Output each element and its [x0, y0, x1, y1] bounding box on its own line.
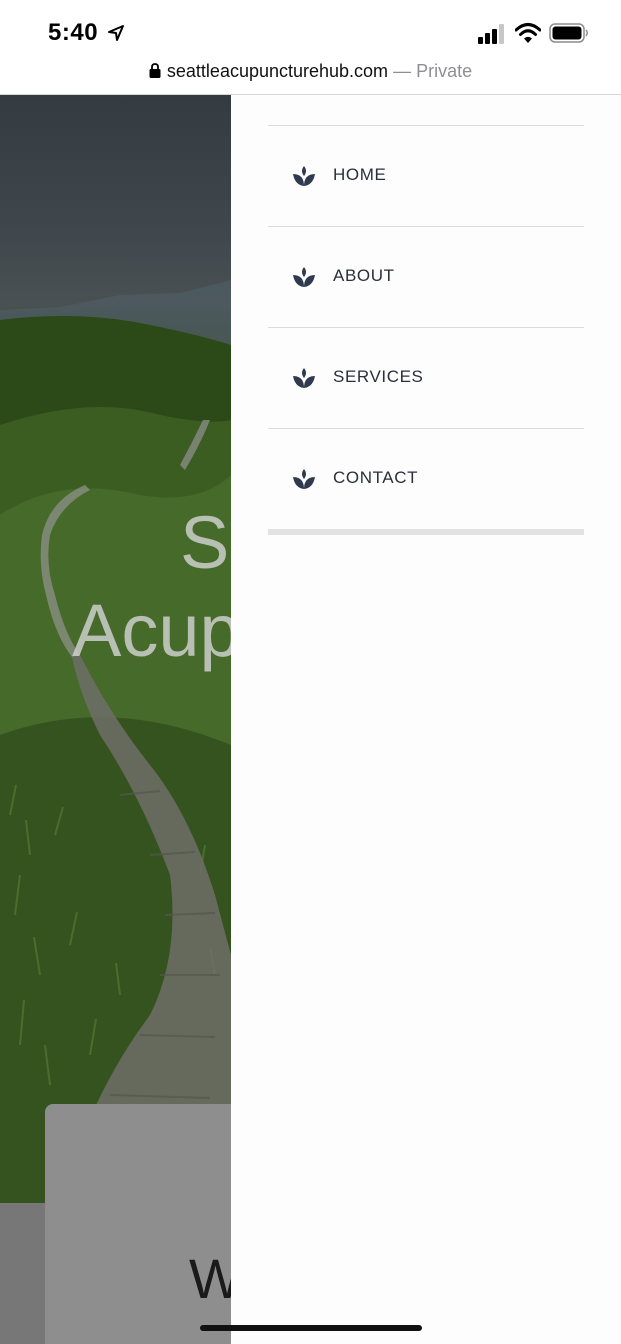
hero-title-line-1: S: [180, 501, 230, 584]
menu-item-contact[interactable]: CONTACT: [268, 429, 584, 535]
menu-item-label: HOME: [333, 165, 387, 184]
menu-list: HOME ABOUT SERVICES CONTACT: [268, 125, 584, 535]
cellular-signal-icon: [478, 24, 504, 44]
side-menu-panel: HOME ABOUT SERVICES CONTACT: [231, 95, 621, 1344]
lotus-icon: [293, 469, 315, 489]
home-indicator[interactable]: [200, 1325, 422, 1331]
menu-item-home[interactable]: HOME: [268, 126, 584, 227]
menu-item-label: SERVICES: [333, 367, 424, 386]
lotus-icon: [293, 267, 315, 287]
menu-item-about[interactable]: ABOUT: [268, 227, 584, 328]
wifi-icon: [515, 23, 541, 43]
menu-item-label: ABOUT: [333, 266, 395, 285]
menu-item-label: CONTACT: [333, 468, 419, 487]
hero-title-clip: S Acup W: [0, 0, 231, 1344]
menu-item-services[interactable]: SERVICES: [268, 328, 584, 429]
hero-title-line-2: Acup: [72, 589, 231, 672]
battery-icon: [549, 23, 588, 43]
lotus-icon: [293, 166, 315, 186]
private-label: — Private: [388, 61, 473, 81]
welcome-heading: W: [189, 1247, 231, 1310]
lotus-icon: [293, 368, 315, 388]
